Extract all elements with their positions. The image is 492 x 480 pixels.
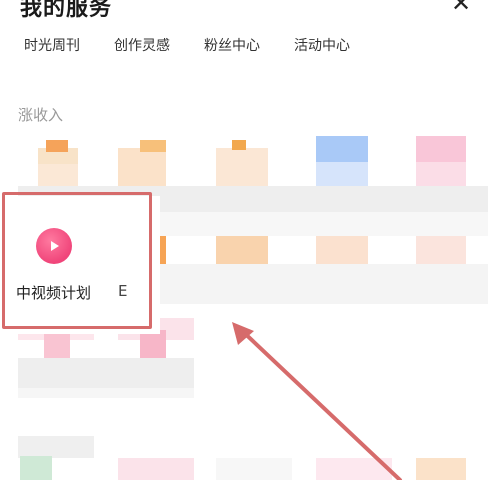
section-title-earn-income: 涨收入 [18,106,64,124]
page-title: 我的服务 [20,0,113,21]
tab-activity-center[interactable]: 活动中心 [294,35,350,55]
close-icon[interactable]: ✕ [444,0,478,20]
tab-creative-inspiration[interactable]: 创作灵感 [114,35,170,55]
tab-time-weekly[interactable]: 时光周刊 [24,35,80,55]
tab-fan-center[interactable]: 粉丝中心 [204,35,260,55]
annotation-highlight-box [2,192,152,329]
service-tabs: 时光周刊 创作灵感 粉丝中心 活动中心 [24,35,350,55]
